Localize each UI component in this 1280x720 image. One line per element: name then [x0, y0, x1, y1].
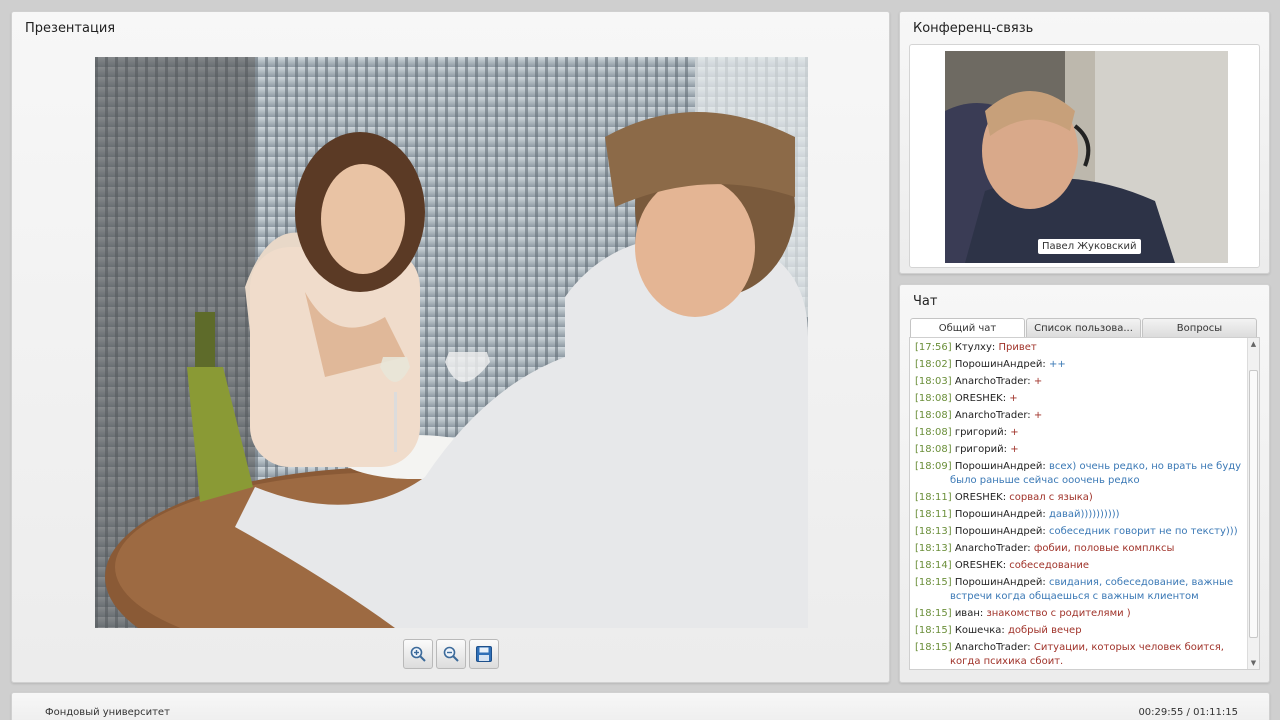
message-text: собеседник говорит не по тексту))) — [1048, 526, 1238, 537]
message-time: [18:09] — [915, 461, 952, 472]
message-author: ПорошинАндрей: — [954, 461, 1046, 472]
scroll-down-icon[interactable]: ▼ — [1248, 657, 1259, 669]
message-text: + — [1009, 393, 1018, 404]
presentation-toolbar — [403, 639, 499, 669]
message-author: григорий: — [954, 427, 1007, 438]
chat-message: [18:13] ПорошинАндрей: собеседник говори… — [915, 525, 1245, 539]
zoom-in-icon — [410, 646, 426, 662]
chat-message: [18:14] ORESHEK: собеседование — [915, 559, 1245, 573]
message-time: [17:56] — [915, 342, 952, 353]
message-author: григорий: — [954, 444, 1007, 455]
chat-message: [18:08] григорий: + — [915, 426, 1245, 440]
message-time: [18:11] — [915, 509, 952, 520]
message-author: ПорошинАндрей: — [954, 526, 1046, 537]
conference-panel: Конференц-связь Павел Жуковский — [899, 11, 1270, 274]
playback-time: 00:29:55 / 01:11:15 — [1138, 707, 1238, 718]
chat-message: [18:03] AnarchoTrader: + — [915, 375, 1245, 389]
scroll-up-icon[interactable]: ▲ — [1248, 338, 1259, 350]
message-author: AnarchoTrader: — [954, 410, 1031, 421]
message-text: давай)))))))))) — [1048, 509, 1120, 520]
message-text: фобии, половые комплксы — [1033, 543, 1175, 554]
chat-message: [18:15] ПорошинАндрей: свидания, собесед… — [915, 576, 1245, 604]
chat-message: [18:11] ORESHEK: сорвал с языка) — [915, 491, 1245, 505]
message-author: ORESHEK: — [954, 560, 1007, 571]
save-button[interactable] — [469, 639, 499, 669]
scroll-thumb[interactable] — [1249, 370, 1258, 638]
message-text: собеседование — [1009, 560, 1090, 571]
chat-message: [18:08] AnarchoTrader: + — [915, 409, 1245, 423]
tab-user-list[interactable]: Список пользова... — [1026, 318, 1141, 338]
message-author: ORESHEK: — [954, 492, 1007, 503]
message-time: [18:13] — [915, 543, 952, 554]
message-time: [18:08] — [915, 444, 952, 455]
slide-photo — [95, 57, 808, 628]
message-text: + — [1010, 427, 1019, 438]
presentation-slide — [95, 57, 808, 628]
message-author: Кошечка: — [954, 625, 1005, 636]
message-time: [18:15] — [915, 642, 952, 653]
video-frame: Павел Жуковский — [909, 44, 1260, 268]
speaker-name-label: Павел Жуковский — [1038, 239, 1141, 254]
message-text: ++ — [1048, 359, 1066, 370]
chat-message: [18:08] ORESHEK: + — [915, 392, 1245, 406]
message-author: Ктулху: — [954, 342, 996, 353]
zoom-in-button[interactable] — [403, 639, 433, 669]
footer-title: Фондовый университет — [45, 707, 170, 718]
message-time: [18:15] — [915, 625, 952, 636]
message-time: [18:08] — [915, 427, 952, 438]
message-text: знакомство с родителями ) — [986, 608, 1131, 619]
conference-title: Конференц-связь — [913, 21, 1034, 36]
message-time: [18:14] — [915, 560, 952, 571]
message-author: ORESHEK: — [954, 393, 1007, 404]
chat-message-area[interactable]: [17:56] Ктулху: Привет [18:02] ПорошинАнд… — [909, 337, 1260, 670]
presentation-panel: Презентация — [11, 11, 890, 683]
chat-message: [17:56] Ктулху: Привет — [915, 341, 1245, 355]
message-text: + — [1033, 376, 1043, 387]
chat-message: [18:09] ПорошинАндрей: всех) очень редко… — [915, 460, 1245, 488]
message-author: AnarchoTrader: — [954, 376, 1031, 387]
message-author: ПорошинАндрей: — [954, 359, 1046, 370]
chat-message: [18:11] ПорошинАндрей: давай)))))))))) — [915, 508, 1245, 522]
footer-bar: Фондовый университет 00:29:55 / 01:11:15 — [11, 692, 1270, 720]
message-time: [18:03] — [915, 376, 952, 387]
chat-message: [18:15] Кошечка: добрый вечер — [915, 624, 1245, 638]
tab-general-chat[interactable]: Общий чат — [910, 318, 1025, 338]
message-author: ПорошинАндрей: — [954, 509, 1046, 520]
chat-message: [18:02] ПорошинАндрей: ++ — [915, 358, 1245, 372]
chat-message: [18:13] AnarchoTrader: фобии, половые ко… — [915, 542, 1245, 556]
message-time: [18:15] — [915, 608, 952, 619]
tab-questions[interactable]: Вопросы — [1142, 318, 1257, 338]
message-time: [18:08] — [915, 393, 952, 404]
chat-message: [18:15] AnarchoTrader: Ситуации, которых… — [915, 641, 1245, 669]
chat-scrollbar[interactable]: ▲ ▼ — [1247, 338, 1259, 669]
message-text: сорвал с языка) — [1009, 492, 1093, 503]
message-time: [18:02] — [915, 359, 952, 370]
chat-panel: Чат Общий чат Список пользова... Вопросы… — [899, 284, 1270, 683]
message-author: иван: — [954, 608, 984, 619]
presentation-title: Презентация — [25, 21, 116, 36]
save-icon — [476, 646, 492, 662]
message-time: [18:13] — [915, 526, 952, 537]
chat-title: Чат — [913, 294, 938, 309]
message-text: + — [1033, 410, 1043, 421]
chat-tabs: Общий чат Список пользова... Вопросы — [910, 318, 1257, 338]
chat-message: [18:15] иван: знакомство с родителями ) — [915, 607, 1245, 621]
message-author: AnarchoTrader: — [954, 543, 1031, 554]
message-text: Привет — [998, 342, 1037, 353]
zoom-out-button[interactable] — [436, 639, 466, 669]
message-time: [18:11] — [915, 492, 952, 503]
chat-message: [18:08] григорий: + — [915, 443, 1245, 457]
webcam-video[interactable]: Павел Жуковский — [945, 51, 1228, 263]
zoom-out-icon — [443, 646, 459, 662]
message-author: ПорошинАндрей: — [954, 577, 1046, 588]
message-time: [18:08] — [915, 410, 952, 421]
message-time: [18:15] — [915, 577, 952, 588]
message-author: AnarchoTrader: — [954, 642, 1031, 653]
webcam-image — [945, 51, 1228, 263]
message-text: + — [1010, 444, 1019, 455]
chat-message-list: [17:56] Ктулху: Привет [18:02] ПорошинАнд… — [915, 341, 1245, 669]
message-text: добрый вечер — [1007, 625, 1082, 636]
